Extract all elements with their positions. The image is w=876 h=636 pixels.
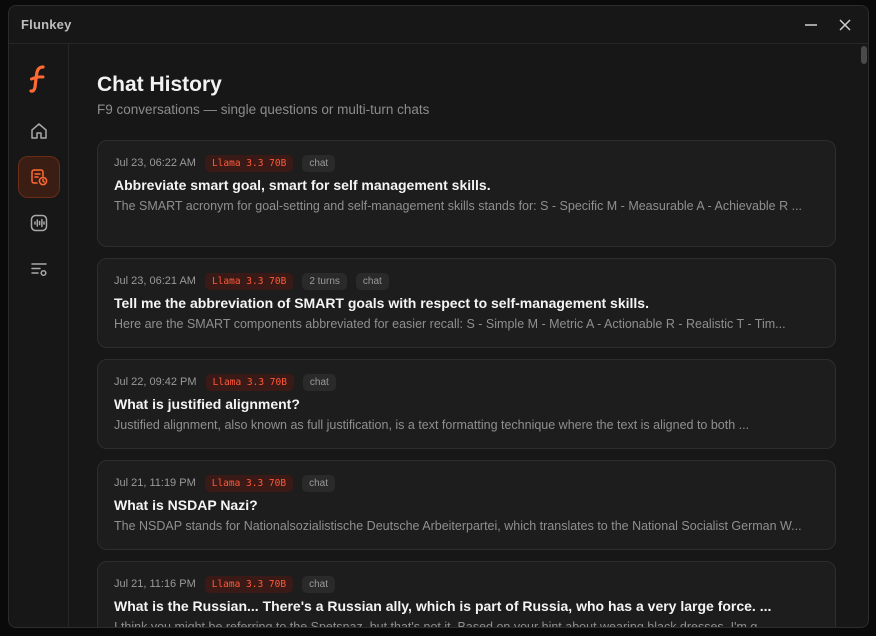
model-badge: Llama 3.3 70B bbox=[204, 272, 294, 290]
type-badge: chat bbox=[302, 154, 336, 172]
titlebar: Flunkey bbox=[9, 6, 868, 44]
page-title: Chat History bbox=[97, 73, 222, 96]
chat-meta: Jul 21, 11:19 PM Llama 3.3 70B chat bbox=[114, 473, 819, 493]
sidebar-item-chat-history[interactable] bbox=[17, 156, 60, 198]
chat-history-list: Jul 23, 06:22 AM Llama 3.3 70B chat Abbr… bbox=[97, 140, 836, 627]
model-badge: Llama 3.3 70B bbox=[204, 474, 294, 492]
chat-date: Jul 23, 06:21 AM bbox=[114, 275, 196, 287]
type-badge: chat bbox=[302, 373, 336, 391]
chat-title: What is justified alignment? bbox=[114, 396, 300, 412]
chat-title: Tell me the abbreviation of SMART goals … bbox=[114, 295, 649, 311]
chat-date: Jul 21, 11:16 PM bbox=[114, 578, 196, 590]
model-badge: Llama 3.3 70B bbox=[204, 575, 294, 593]
app-title: Flunkey bbox=[21, 17, 72, 32]
model-badge: Llama 3.3 70B bbox=[204, 154, 294, 172]
sidebar-item-settings[interactable] bbox=[18, 248, 60, 290]
app-window: Flunkey Chat History F9 conversations — … bbox=[8, 5, 869, 628]
type-badge: chat bbox=[302, 474, 335, 492]
type-badge: chat bbox=[355, 272, 389, 290]
chat-history-icon bbox=[30, 169, 47, 186]
flunkey-logo-icon bbox=[28, 65, 45, 93]
sidebar-item-home[interactable] bbox=[18, 110, 60, 152]
turns-badge: 2 turns bbox=[302, 272, 347, 290]
list-settings-icon bbox=[30, 263, 47, 277]
chat-meta: Jul 22, 09:42 PM Llama 3.3 70B chat bbox=[114, 372, 819, 392]
chat-card[interactable]: Jul 23, 06:21 AM Llama 3.3 70B 2 turns c… bbox=[97, 258, 836, 348]
chat-card[interactable]: Jul 21, 11:16 PM Llama 3.3 70B chat What… bbox=[97, 561, 836, 627]
minimize-button[interactable] bbox=[794, 6, 828, 44]
sidebar-item-audio[interactable] bbox=[18, 202, 60, 244]
chat-preview: The NSDAP stands for Nationalsozialistis… bbox=[114, 519, 802, 533]
window-controls bbox=[794, 6, 868, 44]
page-subtitle: F9 conversations — single questions or m… bbox=[97, 102, 430, 117]
chat-title: What is NSDAP Nazi? bbox=[114, 497, 258, 513]
chat-date: Jul 22, 09:42 PM bbox=[114, 376, 197, 388]
chat-title: What is the Russian... There's a Russian… bbox=[114, 598, 772, 614]
chat-title: Abbreviate smart goal, smart for self ma… bbox=[114, 177, 491, 193]
home-icon bbox=[30, 123, 47, 139]
chat-meta: Jul 23, 06:21 AM Llama 3.3 70B 2 turns c… bbox=[114, 271, 819, 291]
chat-card[interactable]: Jul 23, 06:22 AM Llama 3.3 70B chat Abbr… bbox=[97, 140, 836, 247]
chat-card[interactable]: Jul 22, 09:42 PM Llama 3.3 70B chat What… bbox=[97, 359, 836, 449]
chat-preview: The SMART acronym for goal-setting and s… bbox=[114, 199, 803, 213]
chat-date: Jul 21, 11:19 PM bbox=[114, 477, 196, 489]
chat-meta: Jul 21, 11:16 PM Llama 3.3 70B chat bbox=[114, 574, 819, 594]
type-badge: chat bbox=[302, 575, 335, 593]
sidebar bbox=[9, 44, 69, 627]
main-content: Chat History F9 conversations — single q… bbox=[69, 44, 868, 627]
waveform-icon bbox=[30, 214, 47, 232]
model-badge: Llama 3.3 70B bbox=[205, 373, 294, 391]
chat-date: Jul 23, 06:22 AM bbox=[114, 157, 196, 169]
chat-meta: Jul 23, 06:22 AM Llama 3.3 70B chat bbox=[114, 153, 819, 173]
chat-preview: Here are the SMART components abbreviate… bbox=[114, 317, 786, 331]
app-logo[interactable] bbox=[18, 58, 60, 100]
minimize-icon bbox=[805, 24, 817, 26]
chat-preview: Justified alignment, also known as full … bbox=[114, 418, 750, 432]
chat-card[interactable]: Jul 21, 11:19 PM Llama 3.3 70B chat What… bbox=[97, 460, 836, 550]
scrollbar-thumb[interactable] bbox=[861, 46, 867, 64]
close-button[interactable] bbox=[828, 6, 862, 44]
close-icon bbox=[839, 19, 851, 31]
chat-preview: I think you might be referring to the Sp… bbox=[114, 620, 768, 627]
